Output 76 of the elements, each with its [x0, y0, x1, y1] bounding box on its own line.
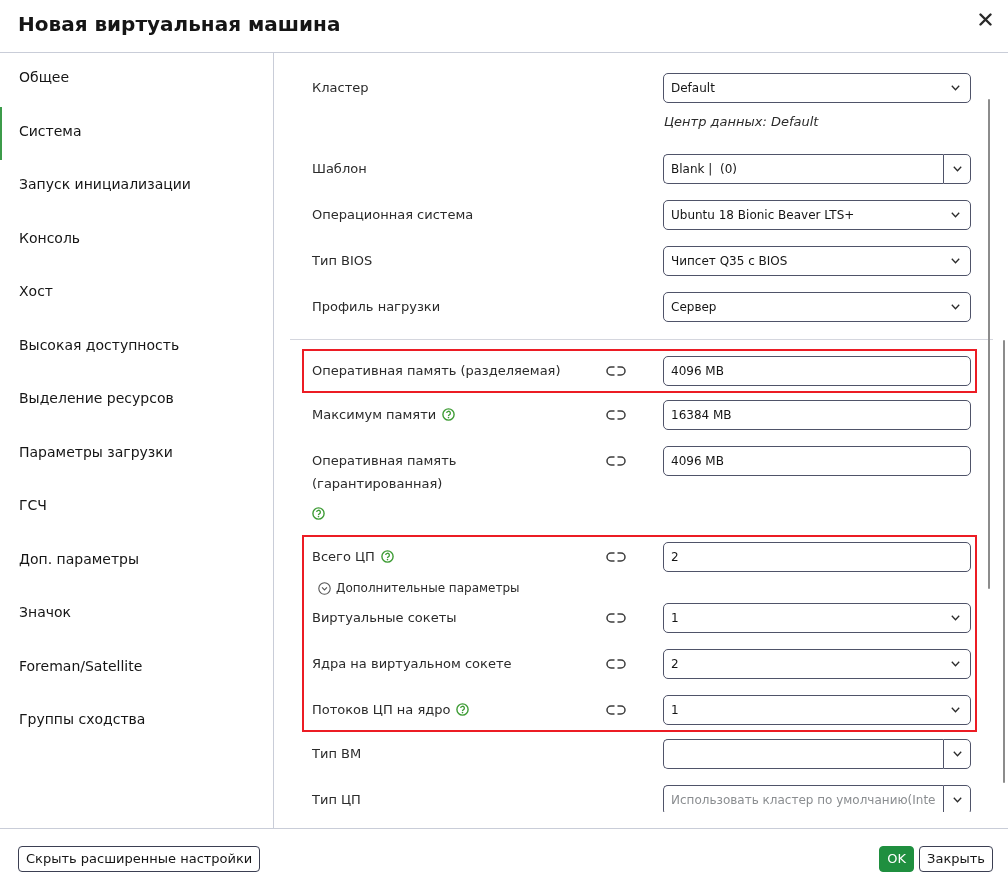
link-icon[interactable]: [606, 410, 626, 420]
field-label: Профиль нагрузки: [312, 299, 441, 314]
text-field[interactable]: 4096 MB: [663, 356, 971, 386]
select-field[interactable]: 2: [663, 649, 971, 679]
field-label: Шаблон: [312, 161, 367, 176]
select-field[interactable]: Ubuntu 18 Bionic Beaver LTS+: [663, 200, 971, 230]
help-icon[interactable]: [456, 703, 470, 716]
close-icon: [979, 12, 992, 26]
combo-field[interactable]: [663, 739, 943, 769]
field-label: Виртуальные сокеты: [312, 610, 457, 625]
sidebar-item[interactable]: Высокая доступность: [0, 320, 273, 374]
link-icon[interactable]: [606, 659, 626, 669]
sidebar-item[interactable]: Выделение ресурсов: [0, 374, 273, 428]
dropdown-button[interactable]: [943, 154, 971, 184]
field-label: Операционная система: [312, 207, 474, 222]
advanced-toggle[interactable]: Дополнительные параметры: [318, 580, 520, 596]
footer-button[interactable]: Закрыть: [919, 845, 993, 872]
field-label: Кластер: [312, 80, 369, 95]
sidebar-item[interactable]: Значок: [0, 588, 273, 642]
chevron-down-icon: [951, 615, 960, 621]
select-field[interactable]: 1: [663, 603, 971, 633]
chevron-down-icon: [951, 212, 960, 218]
sidebar-item[interactable]: Параметры загрузки: [0, 427, 273, 481]
chevron-down-icon: [952, 166, 962, 172]
field-label: Максимум памяти: [312, 407, 437, 422]
field-label: Оперативная память (гарантированная): [312, 453, 457, 491]
chevron-down-icon: [952, 797, 962, 803]
link-icon[interactable]: [606, 366, 626, 376]
field-label: Тип BIOS: [312, 253, 373, 268]
help-icon[interactable]: [380, 550, 394, 563]
select-field[interactable]: Сервер: [663, 292, 971, 322]
dialog-title: Новая виртуальная машина: [18, 11, 341, 37]
dropdown-button[interactable]: [943, 739, 971, 769]
select-field[interactable]: Default: [663, 73, 971, 103]
chevron-down-icon: [951, 661, 960, 667]
text-field[interactable]: 2: [663, 542, 971, 572]
field-label: Тип ВМ: [312, 746, 362, 761]
field-label: Тип ЦП: [312, 792, 361, 807]
select-field[interactable]: Чипсет Q35 с BIOS: [663, 246, 971, 276]
sidebar-item[interactable]: Общее: [0, 53, 273, 107]
chevron-down-icon: [951, 304, 960, 310]
link-icon[interactable]: [606, 705, 626, 715]
footer-button[interactable]: OK: [879, 845, 915, 872]
sidebar-item[interactable]: Консоль: [0, 213, 273, 267]
sidebar-item[interactable]: Система: [0, 106, 273, 160]
sidebar-item[interactable]: Хост: [0, 267, 273, 321]
sidebar-item[interactable]: Foreman/Satellite: [0, 641, 273, 695]
chevron-down-icon: [951, 85, 960, 91]
help-icon[interactable]: [312, 507, 325, 520]
field-note: Центр данных: Default: [664, 113, 820, 131]
chevron-down-icon: [952, 751, 962, 757]
dropdown-button[interactable]: [943, 785, 971, 812]
field-label: Всего ЦП: [312, 549, 375, 564]
sidebar-item[interactable]: Доп. параметры: [0, 534, 273, 588]
chevron-circle-icon: [318, 581, 331, 595]
sidebar-item[interactable]: ГСЧ: [0, 481, 273, 535]
chevron-down-icon: [951, 707, 960, 713]
scrollbar-thumb[interactable]: [1003, 340, 1005, 783]
close-button[interactable]: [979, 12, 992, 26]
sidebar-item[interactable]: Группы сходства: [0, 695, 273, 749]
scrollbar-thumb[interactable]: [988, 99, 990, 589]
combo-field[interactable]: Использовать кластер по умолчанию(Inte: [663, 785, 943, 812]
field-label: Потоков ЦП на ядро: [312, 702, 451, 717]
link-icon[interactable]: [606, 456, 626, 466]
field-label: Ядра на виртуальном сокете: [312, 656, 512, 671]
link-icon[interactable]: [606, 552, 626, 562]
link-icon[interactable]: [606, 613, 626, 623]
field-label: Оперативная память (разделяемая): [312, 363, 561, 378]
combo-field[interactable]: Blank | (0): [663, 154, 943, 184]
text-field[interactable]: 4096 MB: [663, 446, 971, 476]
footer-button[interactable]: Скрыть расширенные настройки: [18, 845, 261, 872]
help-icon[interactable]: [442, 408, 456, 421]
select-field[interactable]: 1: [663, 695, 971, 725]
text-field[interactable]: 16384 MB: [663, 400, 971, 430]
chevron-down-icon: [951, 258, 960, 264]
sidebar-item[interactable]: Запуск инициализации: [0, 160, 273, 214]
